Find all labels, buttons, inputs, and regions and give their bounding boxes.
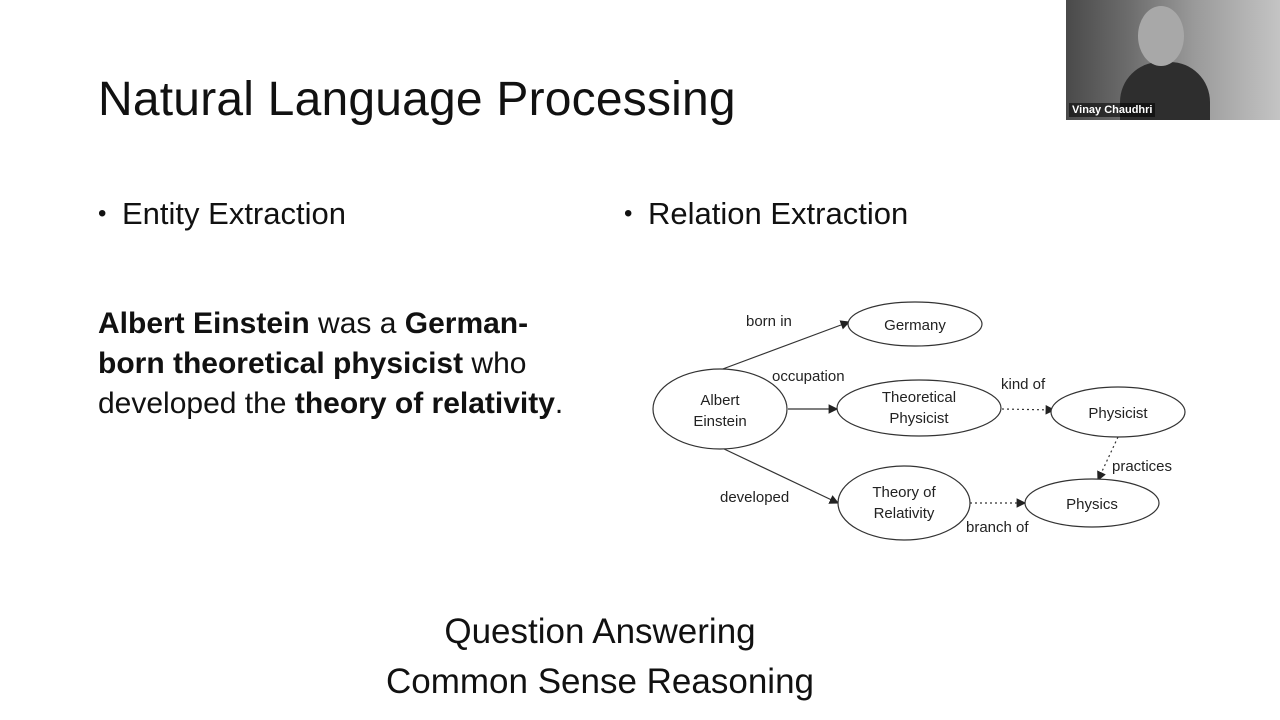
node-einstein [652, 368, 788, 450]
edge-label: practices [1112, 458, 1172, 475]
sentence-text: . [554, 387, 564, 420]
entity-einstein: Albert Einstein [98, 307, 310, 340]
node-label: Physicist [889, 410, 949, 427]
webcam-name-tag: Vinay Chaudhri [1069, 103, 1156, 117]
node-label: Albert [700, 392, 740, 409]
bullet-entity-extraction: • Entity Extraction [98, 196, 346, 232]
node-label: Einstein [693, 413, 746, 430]
entity-theory-relativity: theory of relativity [294, 387, 555, 420]
edge-label: branch of [966, 519, 1029, 536]
edge-label: developed [720, 489, 789, 506]
edge-label: occupation [772, 368, 845, 385]
node-label: Physics [1066, 496, 1118, 513]
node-label: Germany [884, 317, 946, 334]
bullet-label: Entity Extraction [122, 196, 346, 231]
bullet-label: Relation Extraction [648, 196, 909, 231]
webcam-thumbnail[interactable]: Vinay Chaudhri [1066, 0, 1280, 120]
relation-diagram: Albert Einstein Germany Theoretical Phys… [652, 301, 1186, 541]
node-label: Theory of [872, 484, 936, 501]
edge-label: kind of [1001, 376, 1046, 393]
bottom-question-answering: Question Answering [444, 612, 756, 651]
bullet-dot: • [624, 200, 633, 227]
sentence-text: was a [309, 307, 405, 340]
example-sentence: Albert Einstein was a German-born theore… [98, 304, 578, 424]
edge-kind-of [1001, 405, 1056, 415]
bullet-relation-extraction: • Relation Extraction [624, 196, 908, 232]
edge-label: born in [746, 313, 792, 330]
node-label: Physicist [1088, 405, 1148, 422]
bottom-common-sense: Common Sense Reasoning [385, 662, 814, 701]
slide-title: Natural Language Processing [98, 73, 736, 126]
node-theory-of-relativity [837, 465, 971, 541]
node-label: Theoretical [882, 389, 956, 406]
node-label: Relativity [874, 505, 935, 522]
webcam-person-head [1138, 6, 1184, 66]
bullet-dot: • [98, 200, 107, 227]
